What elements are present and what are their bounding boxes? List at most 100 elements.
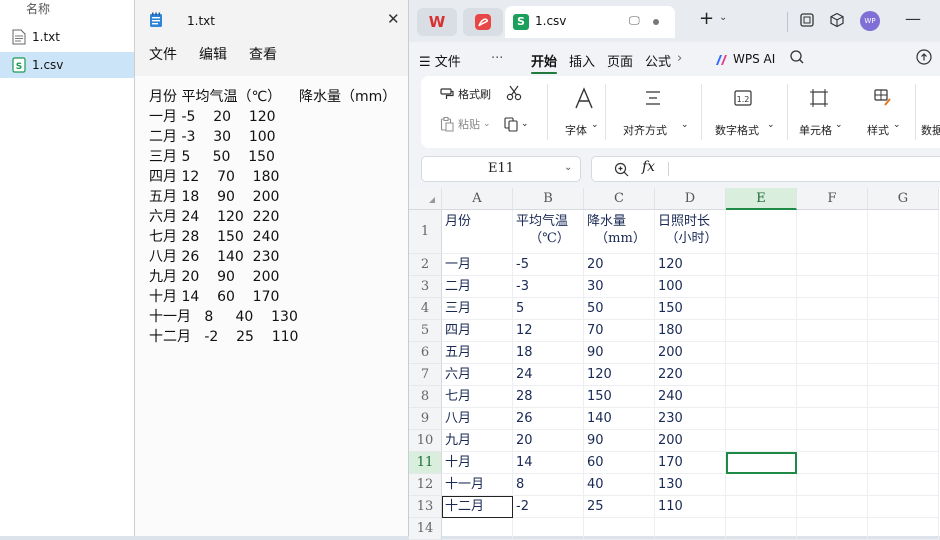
empty-cell-e9[interactable] xyxy=(726,408,797,430)
table-cell[interactable]: 十二月 xyxy=(442,496,513,518)
column-header-e[interactable]: E xyxy=(726,188,797,210)
table-cell[interactable]: 20 xyxy=(513,430,584,452)
empty-cell-e5[interactable] xyxy=(726,320,797,342)
header-cell-c1[interactable]: 降水量 （mm） xyxy=(584,210,655,254)
empty-cell-g14[interactable] xyxy=(868,518,939,540)
table-cell[interactable]: 50 xyxy=(584,298,655,320)
fx-label[interactable]: fx xyxy=(642,159,655,175)
row-header-8[interactable]: 8 xyxy=(409,386,442,408)
empty-cell-f13[interactable] xyxy=(797,496,868,518)
zoom-search-icon[interactable] xyxy=(614,162,629,177)
header-cell-a1[interactable]: 月份 xyxy=(442,210,513,254)
number-format-label[interactable]: 数字格式 xyxy=(715,122,759,138)
empty-cell-g5[interactable] xyxy=(868,320,939,342)
empty-cell-e1[interactable] xyxy=(726,210,797,254)
chevron-down-icon[interactable]: ⌄ xyxy=(719,12,727,23)
table-cell[interactable]: 140 xyxy=(584,408,655,430)
empty-cell-f2[interactable] xyxy=(797,254,868,276)
minimize-icon[interactable]: — xyxy=(905,9,921,28)
table-cell[interactable]: 40 xyxy=(584,474,655,496)
pdf-app-button[interactable] xyxy=(463,8,503,36)
column-header-g[interactable]: G xyxy=(868,188,939,210)
menu-edit[interactable]: 编辑 xyxy=(199,44,227,64)
chevron-down-icon[interactable]: ⌄ xyxy=(564,162,572,173)
table-cell[interactable]: 二月 xyxy=(442,276,513,298)
table-cell[interactable]: 70 xyxy=(584,320,655,342)
table-cell[interactable]: 26 xyxy=(513,408,584,430)
table-cell[interactable]: 240 xyxy=(655,386,726,408)
row-header-3[interactable]: 3 xyxy=(409,276,442,298)
table-cell[interactable]: 200 xyxy=(655,430,726,452)
align-label[interactable]: 对齐方式 xyxy=(623,122,667,138)
table-cell[interactable]: 25 xyxy=(584,496,655,518)
row-header-7[interactable]: 7 xyxy=(409,364,442,386)
close-tab-icon[interactable]: ✕ xyxy=(387,10,400,28)
empty-cell-g10[interactable] xyxy=(868,430,939,452)
table-cell[interactable]: 六月 xyxy=(442,364,513,386)
row-header-11[interactable]: 11 xyxy=(409,452,442,474)
column-header-c[interactable]: C xyxy=(584,188,655,210)
empty-cell-e14[interactable] xyxy=(726,518,797,540)
header-cell-b1[interactable]: 平均气温 （℃） xyxy=(513,210,584,254)
table-cell[interactable]: 24 xyxy=(513,364,584,386)
empty-cell-f3[interactable] xyxy=(797,276,868,298)
column-header-f[interactable]: F xyxy=(797,188,868,210)
empty-cell-e3[interactable] xyxy=(726,276,797,298)
empty-cell-f9[interactable] xyxy=(797,408,868,430)
empty-cell-f10[interactable] xyxy=(797,430,868,452)
empty-cell-e11[interactable] xyxy=(726,452,797,474)
column-header-a[interactable]: A xyxy=(442,188,513,210)
cloud-upload-icon[interactable] xyxy=(915,49,933,65)
file-menu[interactable]: ☰ 文件 xyxy=(419,51,461,70)
row-header-2[interactable]: 2 xyxy=(409,254,442,276)
table-cell[interactable]: 200 xyxy=(655,342,726,364)
empty-cell-g12[interactable] xyxy=(868,474,939,496)
table-cell[interactable]: 18 xyxy=(513,342,584,364)
empty-cell-e7[interactable] xyxy=(726,364,797,386)
table-cell[interactable]: 230 xyxy=(655,408,726,430)
empty-cell-e12[interactable] xyxy=(726,474,797,496)
table-cell[interactable]: 120 xyxy=(655,254,726,276)
empty-cell-b14[interactable] xyxy=(513,518,584,540)
empty-cell-f12[interactable] xyxy=(797,474,868,496)
empty-cell-e10[interactable] xyxy=(726,430,797,452)
table-cell[interactable]: 四月 xyxy=(442,320,513,342)
table-cell[interactable]: 150 xyxy=(655,298,726,320)
column-header-d[interactable]: D xyxy=(655,188,726,210)
align-icon[interactable] xyxy=(643,88,663,108)
table-cell[interactable]: -2 xyxy=(513,496,584,518)
notepad-text-area[interactable]: 月份 平均气温（℃） 降水量（mm） 一月 -5 20 120 二月 -3 30… xyxy=(135,76,414,536)
table-cell[interactable]: 130 xyxy=(655,474,726,496)
empty-cell-g7[interactable] xyxy=(868,364,939,386)
empty-cell-f5[interactable] xyxy=(797,320,868,342)
spreadsheet-grid[interactable]: A B C D E F G 1 2 3 4 5 6 7 8 9 10 11 12 13 14 月份 平均气温 （℃） 降水量 （m… xyxy=(409,188,940,540)
paste-button[interactable]: 粘贴 ⌄ xyxy=(439,116,491,132)
empty-cell-e8[interactable] xyxy=(726,386,797,408)
empty-cell-g11[interactable] xyxy=(868,452,939,474)
table-cell[interactable]: 90 xyxy=(584,430,655,452)
tab-formula[interactable]: 公式 xyxy=(645,51,671,70)
empty-cell-e4[interactable] xyxy=(726,298,797,320)
empty-cell-g6[interactable] xyxy=(868,342,939,364)
table-cell[interactable]: 30 xyxy=(584,276,655,298)
empty-cell-g9[interactable] xyxy=(868,408,939,430)
row-header-4[interactable]: 4 xyxy=(409,298,442,320)
new-tab-plus-icon[interactable]: + xyxy=(699,8,714,29)
window-mode-icon[interactable] xyxy=(799,12,815,28)
format-painter-button[interactable]: 格式刷 xyxy=(439,86,491,102)
table-cell[interactable]: 150 xyxy=(584,386,655,408)
user-avatar[interactable]: WP xyxy=(860,11,880,31)
table-cell[interactable]: 110 xyxy=(655,496,726,518)
style-icon[interactable] xyxy=(873,88,893,108)
empty-cell-f4[interactable] xyxy=(797,298,868,320)
table-cell[interactable]: 8 xyxy=(513,474,584,496)
number-format-icon[interactable]: 1.2 xyxy=(733,88,753,108)
wps-ai-button[interactable]: WPS AI xyxy=(733,52,775,66)
table-cell[interactable]: 90 xyxy=(584,342,655,364)
name-box[interactable]: E11 ⌄ xyxy=(421,156,581,182)
empty-cell-g3[interactable] xyxy=(868,276,939,298)
table-cell[interactable]: 5 xyxy=(513,298,584,320)
empty-cell-e2[interactable] xyxy=(726,254,797,276)
row-header-13[interactable]: 13 xyxy=(409,496,442,518)
table-cell[interactable]: 14 xyxy=(513,452,584,474)
